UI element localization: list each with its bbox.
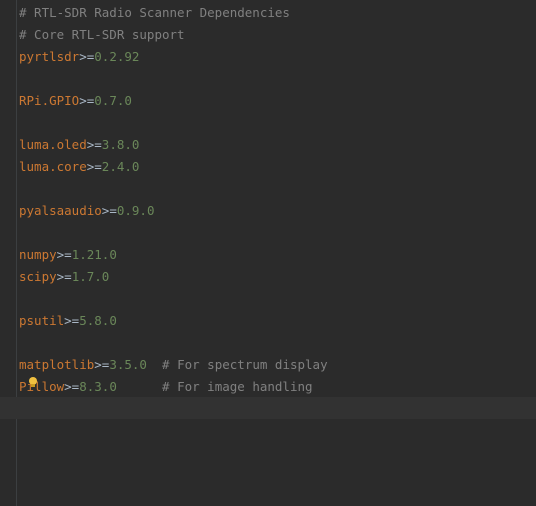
version-number: 3.5.0 bbox=[109, 357, 147, 372]
code-line[interactable]: ​ bbox=[19, 222, 328, 244]
version-operator: >= bbox=[101, 203, 117, 218]
version-operator: >= bbox=[64, 313, 80, 328]
version-number: 1.21.0 bbox=[71, 247, 117, 262]
version-operator: >= bbox=[86, 137, 102, 152]
code-line[interactable]: # RTL-SDR Radio Scanner Dependencies bbox=[19, 2, 328, 24]
package-name: numpy bbox=[19, 247, 57, 262]
package-name: Pillow bbox=[19, 379, 65, 394]
code-line[interactable]: ​ bbox=[19, 288, 328, 310]
package-name: luma.oled bbox=[19, 137, 87, 152]
code-line[interactable]: ​ bbox=[19, 332, 328, 354]
version-number: 1.7.0 bbox=[71, 269, 110, 284]
lightbulb-icon[interactable] bbox=[29, 377, 37, 387]
version-operator: >= bbox=[56, 269, 72, 284]
version-number: 0.2.92 bbox=[94, 49, 140, 64]
code-line[interactable]: psutil>=5.8.0 bbox=[19, 310, 328, 332]
package-name: psutil bbox=[19, 313, 65, 328]
version-operator: >= bbox=[79, 93, 95, 108]
code-comment: # For spectrum display bbox=[162, 357, 328, 372]
version-number: 0.9.0 bbox=[116, 203, 155, 218]
package-name: pyrtlsdr bbox=[19, 49, 80, 64]
code-line[interactable]: ​ bbox=[19, 68, 328, 90]
code-line[interactable]: RPi.GPIO>=0.7.0 bbox=[19, 90, 328, 112]
version-number: 2.4.0 bbox=[101, 159, 140, 174]
gutter-divider bbox=[16, 0, 17, 506]
code-line[interactable]: pyrtlsdr>=0.2.92 bbox=[19, 46, 328, 68]
package-name: pyalsaaudio bbox=[19, 203, 102, 218]
code-line[interactable]: pyalsaaudio>=0.9.0 bbox=[19, 200, 328, 222]
code-line[interactable]: matplotlib>=3.5.0 # For spectrum display bbox=[19, 354, 328, 376]
code-line[interactable]: luma.oled>=3.8.0 bbox=[19, 134, 328, 156]
version-operator: >= bbox=[94, 357, 110, 372]
code-line[interactable]: numpy>=1.21.0 bbox=[19, 244, 328, 266]
version-number: 3.8.0 bbox=[101, 137, 140, 152]
code-line[interactable]: luma.core>=2.4.0 bbox=[19, 156, 328, 178]
version-operator: >= bbox=[86, 159, 102, 174]
version-operator: >= bbox=[79, 49, 95, 64]
lightbulb-base bbox=[31, 384, 35, 387]
code-area[interactable]: # RTL-SDR Radio Scanner Dependencies # Co… bbox=[19, 2, 328, 420]
package-name: scipy bbox=[19, 269, 57, 284]
version-number: 8.3.0 bbox=[79, 379, 117, 394]
code-comment: # RTL-SDR Radio Scanner Dependencies bbox=[19, 5, 290, 20]
code-line[interactable]: ​ bbox=[19, 112, 328, 134]
code-line[interactable]: ​ bbox=[19, 398, 328, 420]
package-name: RPi.GPIO bbox=[19, 93, 80, 108]
package-name: luma.core bbox=[19, 159, 87, 174]
code-line[interactable]: # Core RTL-SDR support bbox=[19, 24, 328, 46]
code-line[interactable]: scipy>=1.7.0 bbox=[19, 266, 328, 288]
code-comment: # Core RTL-SDR support bbox=[19, 27, 185, 42]
version-operator: >= bbox=[56, 247, 72, 262]
code-line[interactable]: ​ bbox=[19, 178, 328, 200]
version-number: 0.7.0 bbox=[94, 93, 132, 108]
version-operator: >= bbox=[64, 379, 80, 394]
code-editor[interactable]: # RTL-SDR Radio Scanner Dependencies # Co… bbox=[0, 0, 536, 506]
package-name: matplotlib bbox=[19, 357, 95, 372]
code-comment: # For image handling bbox=[162, 379, 313, 394]
code-line[interactable]: Pillow>=8.3.0 # For image handling bbox=[19, 376, 328, 398]
version-number: 5.8.0 bbox=[79, 313, 117, 328]
